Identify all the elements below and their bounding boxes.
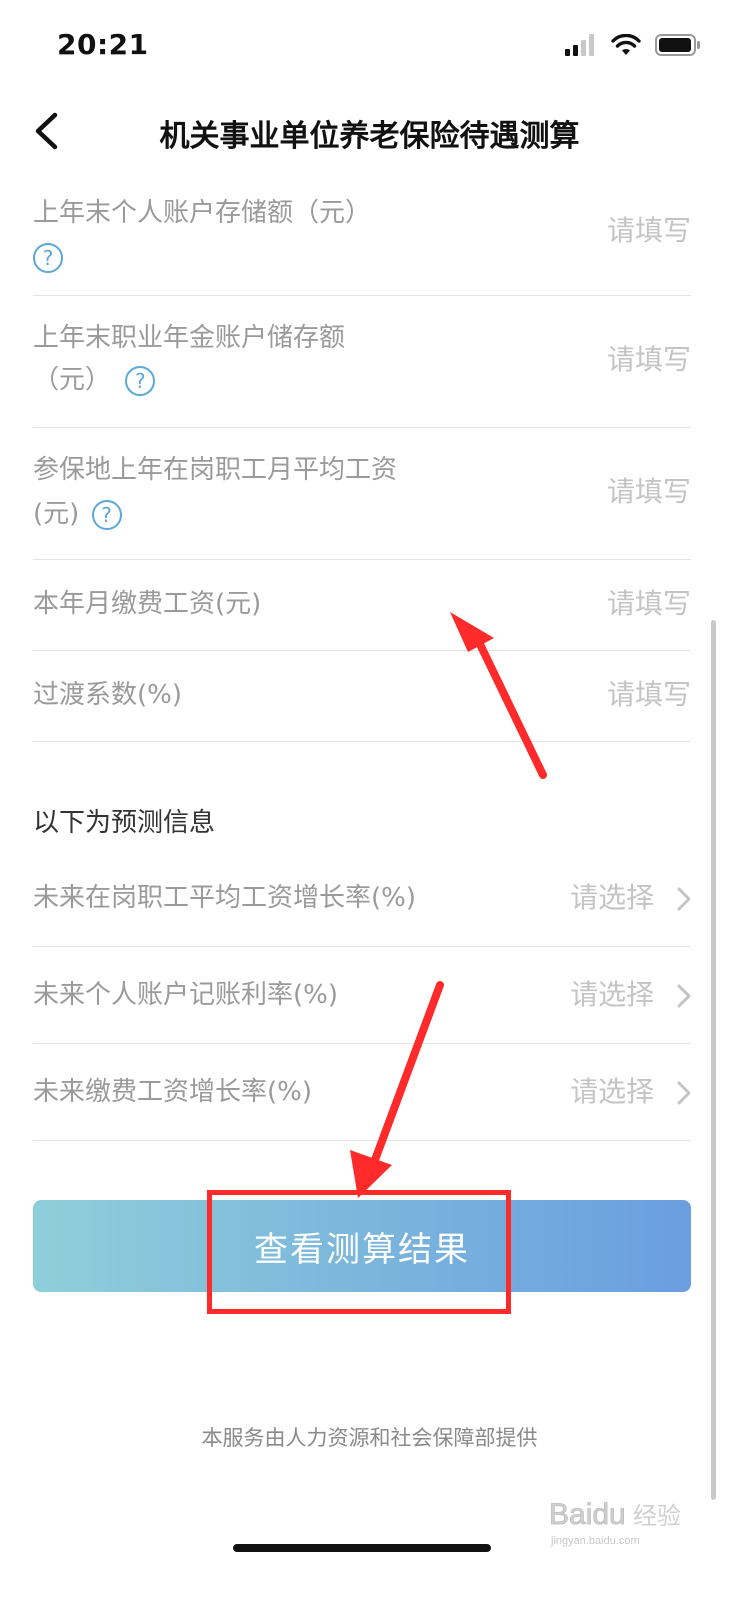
svg-text:经验: 经验 [633, 1502, 681, 1530]
red-arrow-annotation [350, 981, 444, 1198]
footer-text: 本服务由人力资源和社会保障部提供 [201, 1426, 538, 1450]
home-indicator [233, 1544, 491, 1552]
annotation-arrows [350, 612, 547, 1198]
svg-text:jingyan.baidu.com: jingyan.baidu.com [550, 1535, 640, 1547]
watermark-logo: Baidu 经验 jingyan.baidu.com [549, 1498, 681, 1547]
svg-text:Baidu: Baidu [549, 1498, 626, 1531]
baidu-watermark: Baidu 经验 jingyan.baidu.com [549, 1490, 709, 1550]
red-arrow-annotation [450, 612, 547, 779]
